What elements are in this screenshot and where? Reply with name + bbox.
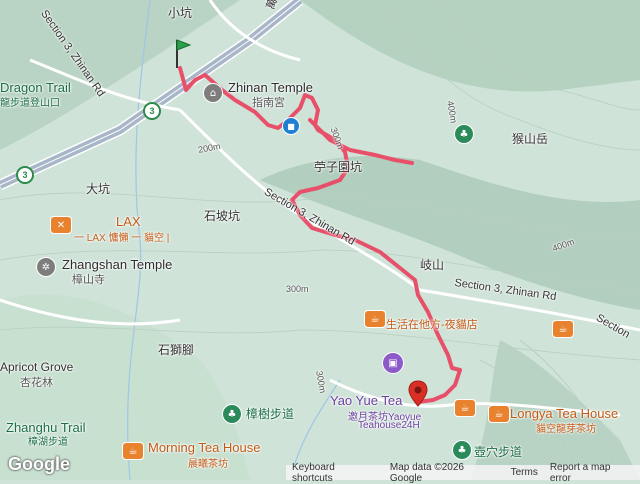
label-elev-300-b: 300m	[286, 284, 309, 294]
label-dragon-trail-zh: 龍步道登山口	[0, 98, 60, 109]
label-dakeng: 大坑	[86, 182, 111, 196]
label-lax: LAX	[116, 214, 141, 229]
route-3-shield: 3	[16, 166, 34, 184]
terms-link[interactable]: Terms	[505, 467, 544, 478]
cafe-icon[interactable]: ☕	[122, 442, 144, 460]
route-3-shield: 3	[143, 102, 161, 120]
label-morning-tea: Morning Tea House	[148, 440, 261, 455]
label-zhangshan-temple: Zhangshan Temple	[62, 257, 173, 272]
label-shishijiao: 石獅腳	[158, 343, 195, 357]
label-zhinan-temple-zh: 指南宮	[252, 97, 285, 109]
label-zhinan-temple: Zhinan Temple	[228, 80, 314, 95]
label-shenghuo: 生活在他方-夜貓店	[386, 319, 478, 331]
temple-icon[interactable]: ⌂	[203, 83, 223, 103]
label-zhangshu-trail: 樟樹步道	[246, 407, 295, 421]
cafe-icon[interactable]: ☕	[454, 399, 476, 417]
keyboard-shortcuts-link[interactable]: Keyboard shortcuts	[286, 462, 384, 484]
label-zhangshan-temple-zh: 樟山寺	[72, 274, 105, 286]
label-zhuziwokeng: 苧子園坑	[314, 160, 363, 174]
hotel-icon[interactable]: ▣	[382, 352, 404, 374]
label-zhanghu-trail-zh: 樟湖步道	[28, 437, 68, 448]
google-logo: Google	[8, 454, 70, 474]
label-dragon-trail: Dragon Trail	[0, 80, 71, 95]
label-huxue-trail: 壺穴步道	[474, 445, 523, 459]
label-yaoyue-tea-24: Teahouse24H	[358, 420, 420, 431]
label-longya-tea-zh: 貓空龍芽茶坊	[536, 424, 596, 435]
label-apricot-grove: Apricot Grove	[0, 360, 74, 374]
label-apricot-grove-zh: 杏花林	[20, 377, 53, 389]
end-pin-icon[interactable]	[408, 380, 428, 408]
label-houshan: 猴山岳	[512, 132, 549, 146]
park-icon[interactable]: ♣	[452, 440, 472, 460]
map-footer: Keyboard shortcuts Map data ©2026 Google…	[286, 462, 640, 484]
park-icon[interactable]: ♣	[222, 404, 242, 424]
label-morning-tea-zh: 晨曦茶坊	[188, 459, 228, 470]
transit-icon[interactable]: ■	[282, 117, 300, 135]
label-qishan: 岐山	[420, 258, 445, 272]
label-longya-tea: Longya Tea House	[510, 406, 619, 421]
restaurant-icon[interactable]: ✕	[50, 216, 72, 234]
temple-icon[interactable]: ✲	[36, 257, 56, 277]
park-icon[interactable]: ♣	[454, 124, 474, 144]
cafe-icon[interactable]: ☕	[552, 320, 574, 338]
label-xiaokeng: 小坑	[168, 6, 193, 20]
start-flag-icon[interactable]	[174, 38, 192, 70]
label-shipokeng: 石坡坑	[204, 209, 241, 223]
cafe-icon[interactable]: ☕	[488, 405, 510, 423]
report-error-link[interactable]: Report a map error	[544, 462, 640, 484]
map-data-attribution: Map data ©2026 Google	[389, 461, 464, 484]
label-lax-zh: 一 LAX 慵懶 一 貓空 |	[74, 233, 170, 244]
label-yaoyue-tea: Yao Yue Tea	[330, 393, 403, 408]
cafe-icon[interactable]: ☕	[364, 310, 386, 328]
